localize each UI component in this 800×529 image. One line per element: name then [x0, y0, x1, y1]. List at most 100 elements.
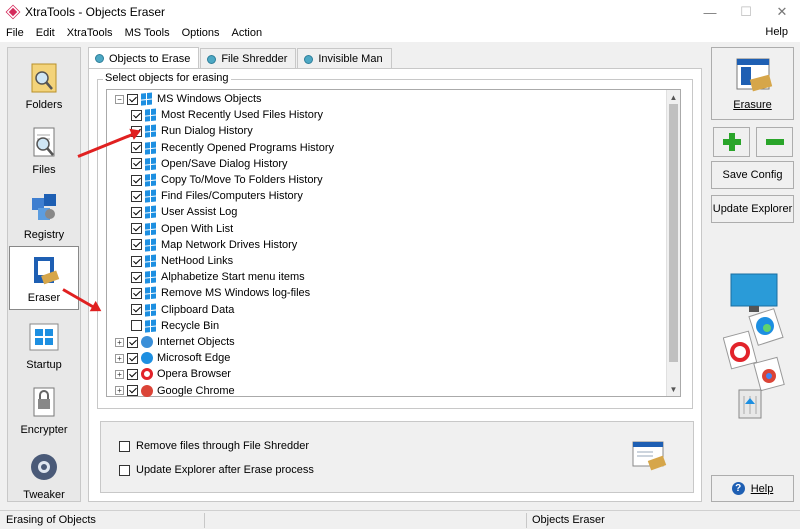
menu-options[interactable]: Options: [176, 27, 226, 39]
windows-icon: [145, 157, 157, 171]
tree-item[interactable]: Alphabetize Start menu items: [131, 269, 305, 285]
tree-item-label: Copy To/Move To Folders History: [161, 174, 323, 186]
erasure-button[interactable]: Erasure: [711, 47, 794, 120]
options-panel: Remove files through File Shredder Updat…: [100, 421, 694, 493]
tree-item[interactable]: Open With List: [131, 221, 233, 237]
group-label: Select objects for erasing: [103, 72, 231, 84]
help-button[interactable]: ? Help: [711, 475, 794, 502]
sidebar-item-tweaker[interactable]: Tweaker: [8, 442, 80, 506]
tree-item[interactable]: + Opera Browser: [115, 366, 231, 382]
sidebar-item-registry[interactable]: Registry: [8, 182, 80, 246]
update-explorer-button[interactable]: Update Explorer: [711, 195, 794, 223]
tree-item[interactable]: + Internet Objects: [115, 334, 235, 350]
tree-item[interactable]: Recycle Bin: [131, 318, 219, 334]
option-update-explorer[interactable]: Update Explorer after Erase process: [119, 464, 314, 476]
tree-item[interactable]: Most Recently Used Files History: [131, 107, 323, 123]
tree-checkbox[interactable]: [131, 174, 142, 186]
sidebar-item-files[interactable]: Files: [8, 117, 80, 181]
tree-item[interactable]: NetHood Links: [131, 253, 233, 269]
collapse-icon[interactable]: −: [115, 94, 124, 104]
tree-item[interactable]: Run Dialog History: [131, 123, 253, 139]
menu-file[interactable]: File: [0, 27, 30, 39]
windows-icon: [141, 92, 153, 106]
tree-item-label: NetHood Links: [161, 255, 234, 267]
tree-checkbox[interactable]: [131, 223, 142, 235]
scroll-up-icon[interactable]: ▲: [667, 90, 680, 104]
add-button[interactable]: [713, 127, 750, 157]
maximize-button[interactable]: ☐: [728, 0, 764, 24]
tree-item[interactable]: − MS Windows Objects: [115, 91, 262, 107]
option-checkbox[interactable]: [119, 440, 130, 452]
menu-ms-tools[interactable]: MS Tools: [119, 27, 176, 39]
tree-checkbox[interactable]: [131, 206, 142, 218]
sidebar-item-startup[interactable]: Startup: [8, 312, 80, 376]
tree-item[interactable]: Copy To/Move To Folders History: [131, 172, 323, 188]
tree-checkbox[interactable]: [131, 142, 142, 154]
tree-item[interactable]: Remove MS Windows log-files: [131, 285, 310, 301]
tab-dot-icon: [304, 54, 314, 64]
tree-checkbox[interactable]: [131, 239, 142, 251]
tree-item[interactable]: Find Files/Computers History: [131, 188, 303, 204]
tree-checkbox[interactable]: [127, 336, 138, 348]
tree-item[interactable]: Open/Save Dialog History: [131, 156, 288, 172]
tree-checkbox[interactable]: [131, 320, 142, 332]
status-divider: [526, 513, 527, 528]
option-shredder[interactable]: Remove files through File Shredder: [119, 440, 309, 452]
tree-item[interactable]: + Microsoft Edge: [115, 350, 230, 366]
windows-startup-icon: [28, 320, 60, 354]
menu-action[interactable]: Action: [226, 27, 269, 39]
tree-item[interactable]: User Assist Log: [131, 204, 237, 220]
tree-checkbox[interactable]: [131, 287, 142, 299]
status-module: Objects Eraser: [532, 514, 605, 526]
plus-icon: [722, 133, 741, 151]
sidebar-item-encrypter[interactable]: Encrypter: [8, 377, 80, 441]
windows-icon: [145, 124, 157, 139]
expand-icon[interactable]: +: [115, 386, 124, 396]
sidebar-item-eraser[interactable]: Eraser: [9, 246, 79, 310]
tree-scrollbar[interactable]: ▲ ▼: [666, 90, 680, 396]
minimize-button[interactable]: —: [692, 0, 728, 24]
windows-icon: [145, 319, 157, 333]
windows-icon: [145, 108, 157, 122]
scroll-thumb[interactable]: [669, 104, 678, 362]
menu-xtratools[interactable]: XtraTools: [61, 27, 119, 39]
scroll-down-icon[interactable]: ▼: [667, 382, 680, 396]
windows-icon: [145, 189, 157, 203]
expand-icon[interactable]: +: [115, 353, 124, 363]
menu-edit[interactable]: Edit: [30, 27, 61, 39]
expand-icon[interactable]: +: [115, 337, 124, 347]
tab-dot-icon: [207, 54, 217, 64]
tree-item[interactable]: Map Network Drives History: [131, 237, 297, 253]
expand-icon[interactable]: +: [115, 369, 124, 379]
tree-checkbox[interactable]: [127, 385, 138, 397]
sidebar-item-folders[interactable]: Folders: [8, 52, 80, 116]
erasure-label: Erasure: [733, 98, 772, 111]
tree-item-label: Google Chrome: [157, 384, 235, 397]
save-config-button[interactable]: Save Config: [711, 161, 794, 189]
sidebar-item-label: Eraser: [27, 292, 61, 304]
tab-file-shredder[interactable]: File Shredder: [200, 48, 297, 69]
tree-checkbox[interactable]: [131, 271, 142, 283]
menu-help[interactable]: Help: [759, 26, 794, 38]
tab-objects-to-erase[interactable]: Objects to Erase: [88, 47, 200, 69]
remove-button[interactable]: [756, 127, 793, 157]
tab-invisible-man[interactable]: Invisible Man: [297, 48, 392, 69]
tree-item[interactable]: + Google Chrome: [115, 383, 235, 399]
tree-checkbox[interactable]: [127, 368, 138, 380]
tree-item-label: Recently Opened Programs History: [161, 141, 335, 154]
tree-item[interactable]: Clipboard Data: [131, 302, 234, 318]
tree-checkbox[interactable]: [127, 352, 138, 364]
tree-item-label: MS Windows Objects: [157, 93, 262, 105]
sidebar-item-label: Folders: [25, 99, 63, 111]
tree-checkbox[interactable]: [131, 304, 142, 316]
option-checkbox[interactable]: [119, 464, 130, 476]
browser-icons-illustration: [723, 273, 785, 419]
tree-checkbox[interactable]: [131, 109, 142, 121]
objects-tree[interactable]: − MS Windows Objects Most Recently Used Fi…: [106, 89, 681, 397]
close-button[interactable]: ✕: [764, 0, 800, 24]
tree-checkbox[interactable]: [131, 255, 142, 267]
tree-checkbox[interactable]: [131, 158, 142, 170]
tree-item[interactable]: Recently Opened Programs History: [131, 140, 334, 156]
tree-checkbox[interactable]: [131, 190, 142, 202]
tree-checkbox[interactable]: [127, 93, 138, 105]
